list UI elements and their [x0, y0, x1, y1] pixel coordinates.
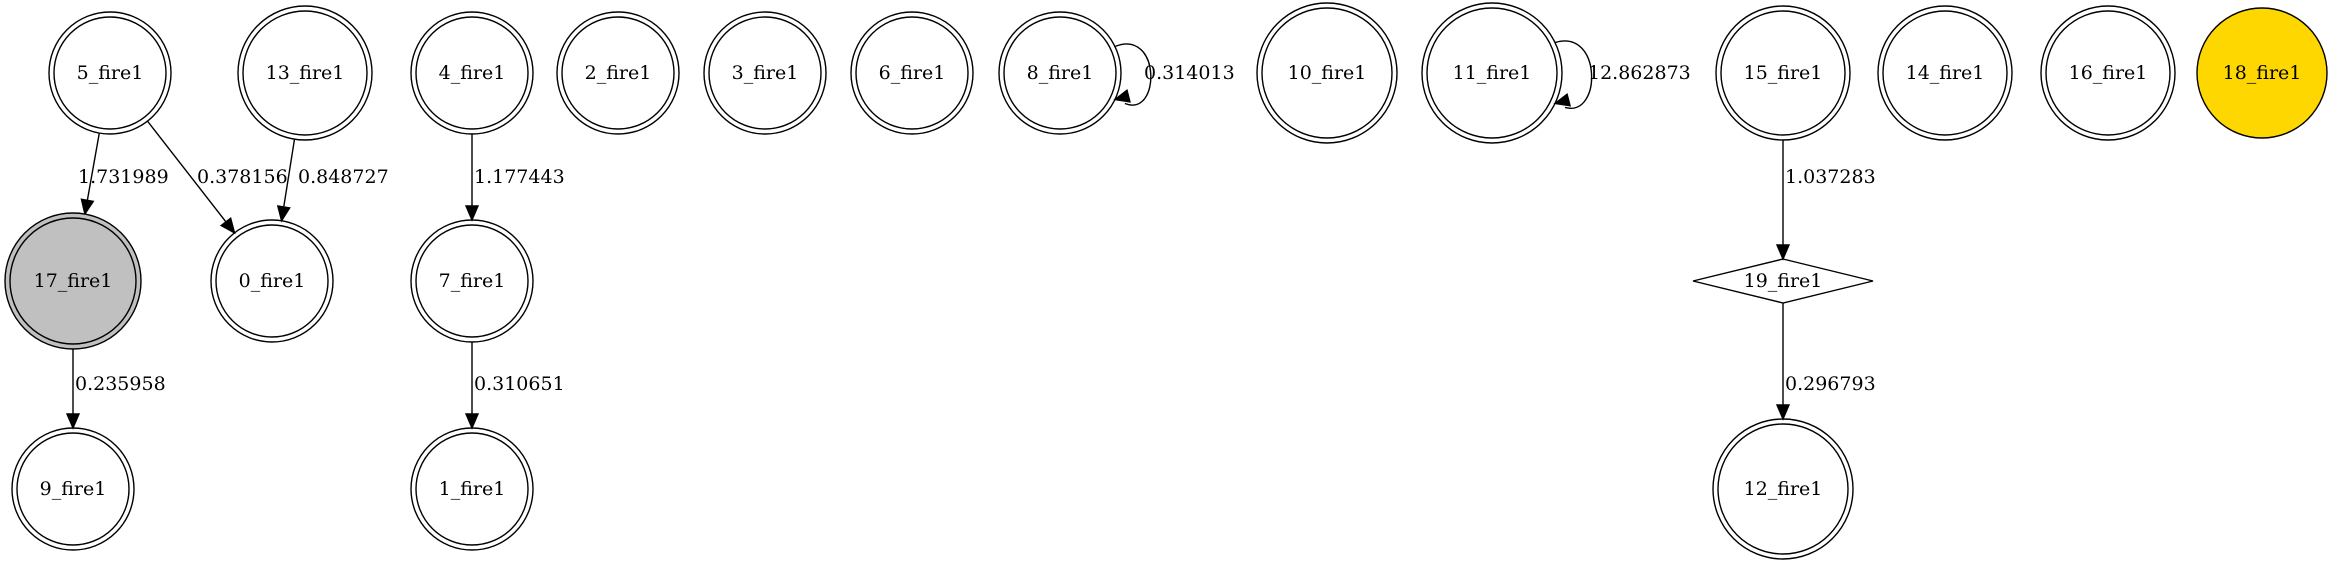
- node-label: 6_fire1: [879, 62, 946, 84]
- edge-weight-label: 0.310651: [474, 373, 565, 395]
- edge-weight-label: 12.862873: [1588, 62, 1691, 84]
- node-label: 8_fire1: [1027, 62, 1094, 84]
- node-label: 3_fire1: [732, 62, 799, 84]
- node-label: 13_fire1: [266, 62, 345, 84]
- edge-weight-label: 1.037283: [1785, 166, 1876, 188]
- edge-weight-label: 1.731989: [78, 166, 169, 188]
- node-label: 18_fire1: [2223, 62, 2302, 84]
- node-17-fire1: 17_fire1: [4, 212, 142, 350]
- node-label: 10_fire1: [1288, 62, 1367, 84]
- edge-weight-label: 0.848727: [298, 166, 389, 188]
- state-graph: 1.731989 0.378156 0.848727 1.177443 0.314013…: [0, 0, 2332, 563]
- node-label: 11_fire1: [1453, 62, 1532, 84]
- node-label: 19_fire1: [1744, 270, 1823, 292]
- edge-weight-label: 0.235958: [75, 373, 166, 395]
- node-label: 0_fire1: [239, 270, 306, 292]
- node-18-fire1: 18_fire1: [2196, 7, 2328, 139]
- node-label: 14_fire1: [1906, 62, 1985, 84]
- node-label: 2_fire1: [585, 62, 652, 84]
- node-label: 4_fire1: [439, 62, 506, 84]
- node-label: 7_fire1: [439, 270, 506, 292]
- edge-weight-label: 0.296793: [1785, 373, 1876, 395]
- node-label: 15_fire1: [1744, 62, 1823, 84]
- node-label: 12_fire1: [1744, 478, 1823, 500]
- edge-weight-label: 1.177443: [474, 166, 565, 188]
- node-label: 5_fire1: [77, 62, 144, 84]
- node-label: 1_fire1: [439, 478, 506, 500]
- node-label: 16_fire1: [2069, 62, 2148, 84]
- edge-weight-label: 0.314013: [1144, 62, 1235, 84]
- edge-weight-label: 0.378156: [197, 166, 288, 188]
- node-label: 17_fire1: [34, 270, 113, 292]
- node-label: 9_fire1: [40, 478, 107, 500]
